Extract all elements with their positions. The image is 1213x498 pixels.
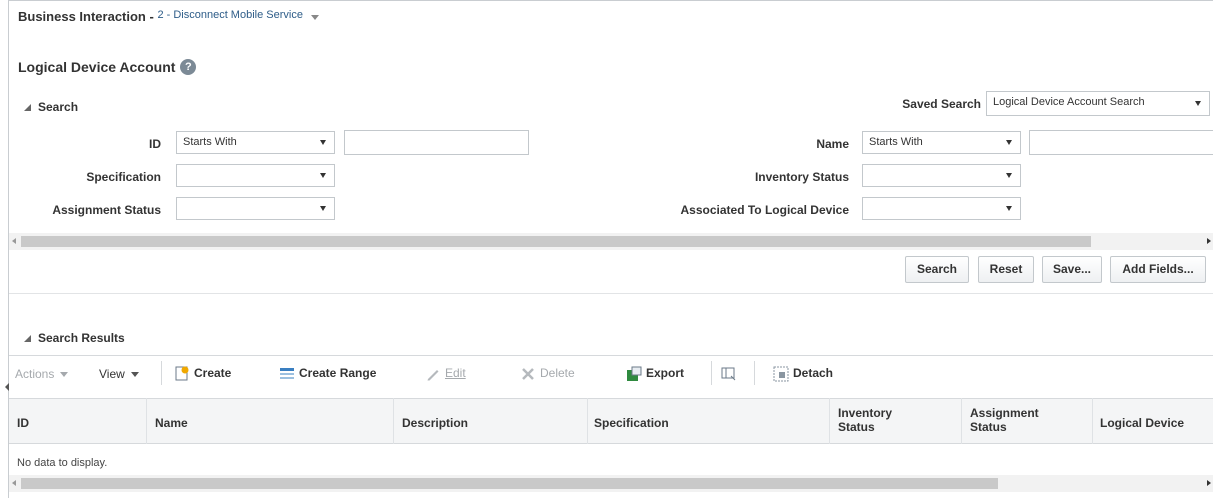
specification-label: Specification xyxy=(86,170,161,184)
page-title: Logical Device Account xyxy=(18,59,176,75)
id-operator-select[interactable]: Starts With xyxy=(176,131,335,154)
freeze-button[interactable] xyxy=(721,366,741,381)
inventory-status-select[interactable] xyxy=(862,164,1021,187)
edit-button[interactable]: Edit xyxy=(425,366,466,381)
column-divider[interactable] xyxy=(587,398,588,444)
name-input[interactable] xyxy=(1029,130,1213,155)
help-icon[interactable]: ? xyxy=(180,59,197,75)
actions-label: Actions xyxy=(15,367,55,381)
results-table-scrollbar[interactable] xyxy=(9,475,1213,492)
chevron-down-icon xyxy=(320,206,326,211)
disclosure-triangle-icon[interactable] xyxy=(24,103,31,111)
delete-button[interactable]: Delete xyxy=(520,366,575,380)
scroll-left-arrow-icon[interactable] xyxy=(12,238,16,244)
inventory-status-label: Inventory Status xyxy=(754,170,849,184)
freeze-column-icon xyxy=(721,366,737,381)
chevron-down-icon xyxy=(320,173,326,178)
column-divider[interactable] xyxy=(1092,398,1093,444)
detach-button[interactable]: Detach xyxy=(773,366,834,382)
create-range-label: Create Range xyxy=(299,366,377,380)
search-section-header[interactable]: Search xyxy=(24,100,78,114)
scroll-thumb[interactable] xyxy=(21,478,998,489)
chevron-down-icon xyxy=(130,371,139,377)
specification-select[interactable] xyxy=(176,164,335,187)
column-divider[interactable] xyxy=(829,398,830,444)
toolbar-separator xyxy=(711,361,712,385)
column-header-description[interactable]: Description xyxy=(402,416,468,430)
scroll-left-arrow-icon[interactable] xyxy=(12,480,16,486)
assignment-status-select[interactable] xyxy=(176,197,335,220)
column-header-id[interactable]: ID xyxy=(17,416,29,430)
name-operator-select[interactable]: Starts With xyxy=(862,131,1021,154)
search-results-label: Search Results xyxy=(38,331,125,345)
column-divider[interactable] xyxy=(146,398,147,444)
splitter-collapse-icon[interactable] xyxy=(5,383,9,391)
view-menu[interactable]: View xyxy=(99,367,139,381)
chevron-down-icon xyxy=(1006,140,1012,145)
page-title-row: Logical Device Account ? xyxy=(18,59,197,75)
chevron-down-icon xyxy=(1195,101,1201,106)
search-button[interactable]: Search xyxy=(905,256,969,283)
context-dropdown-icon[interactable] xyxy=(310,15,319,21)
export-icon xyxy=(626,366,642,381)
column-header-specification[interactable]: Specification xyxy=(594,416,669,430)
saved-search-value: Logical Device Account Search xyxy=(993,96,1145,108)
associated-logical-device-select[interactable] xyxy=(862,197,1021,220)
header-separator: - xyxy=(145,9,158,24)
column-header-assignment-status[interactable]: Assignment Status xyxy=(970,406,1039,434)
business-interaction-header: Business Interaction - 2 - Disconnect Mo… xyxy=(18,9,319,24)
name-label: Name xyxy=(816,137,849,151)
context-link[interactable]: 2 - Disconnect Mobile Service xyxy=(157,9,303,21)
edit-label: Edit xyxy=(445,366,466,380)
export-label: Export xyxy=(646,366,685,380)
chevron-down-icon xyxy=(1006,173,1012,178)
scroll-right-arrow-icon[interactable] xyxy=(1207,480,1211,486)
name-operator-value: Starts With xyxy=(869,136,923,148)
column-divider[interactable] xyxy=(961,398,962,444)
associated-logical-device-label: Associated To Logical Device xyxy=(680,203,850,217)
id-operator-value: Starts With xyxy=(183,136,237,148)
delete-x-icon xyxy=(520,366,536,380)
create-range-button[interactable]: Create Range xyxy=(279,366,376,380)
search-section-label: Search xyxy=(38,100,79,114)
view-label: View xyxy=(99,367,125,381)
disclosure-triangle-icon[interactable] xyxy=(24,334,31,342)
actions-menu[interactable]: Actions xyxy=(15,367,69,381)
toolbar-separator xyxy=(161,361,162,385)
search-results-header[interactable]: Search Results xyxy=(24,331,125,345)
reset-button[interactable]: Reset xyxy=(978,256,1034,283)
detach-label: Detach xyxy=(793,366,834,380)
create-label: Create xyxy=(194,366,232,380)
detach-icon xyxy=(773,366,789,382)
column-header-inventory-status[interactable]: Inventory Status xyxy=(838,406,892,434)
toolbar-top-border xyxy=(9,355,1213,356)
id-input[interactable] xyxy=(344,130,529,155)
id-label: ID xyxy=(149,137,161,151)
header-title: Business Interaction xyxy=(18,9,146,24)
toolbar-separator xyxy=(754,361,755,385)
scroll-right-arrow-icon[interactable] xyxy=(1207,238,1211,244)
column-divider[interactable] xyxy=(393,398,394,444)
page-frame: Business Interaction - 2 - Disconnect Mo… xyxy=(5,0,1213,498)
empty-table-message: No data to display. xyxy=(17,457,108,469)
column-header-name[interactable]: Name xyxy=(155,416,188,430)
pencil-icon xyxy=(425,366,441,381)
add-fields-button[interactable]: Add Fields... xyxy=(1110,256,1206,283)
delete-label: Delete xyxy=(540,366,575,380)
column-header-logical-device[interactable]: Logical Device xyxy=(1100,416,1184,430)
chevron-down-icon xyxy=(320,140,326,145)
scroll-thumb[interactable] xyxy=(21,236,1091,247)
search-form-scrollbar[interactable] xyxy=(9,233,1213,250)
create-button[interactable]: Create xyxy=(174,366,232,381)
saved-search-select[interactable]: Logical Device Account Search xyxy=(986,91,1210,116)
create-icon xyxy=(174,366,190,381)
saved-search-label: Saved Search xyxy=(902,97,981,111)
section-divider xyxy=(9,293,1213,294)
save-button[interactable]: Save... xyxy=(1042,256,1102,283)
chevron-down-icon xyxy=(1006,206,1012,211)
export-button[interactable]: Export xyxy=(626,366,685,381)
chevron-down-icon xyxy=(60,371,69,377)
assignment-status-label: Assignment Status xyxy=(52,203,161,217)
create-range-icon xyxy=(279,366,295,380)
